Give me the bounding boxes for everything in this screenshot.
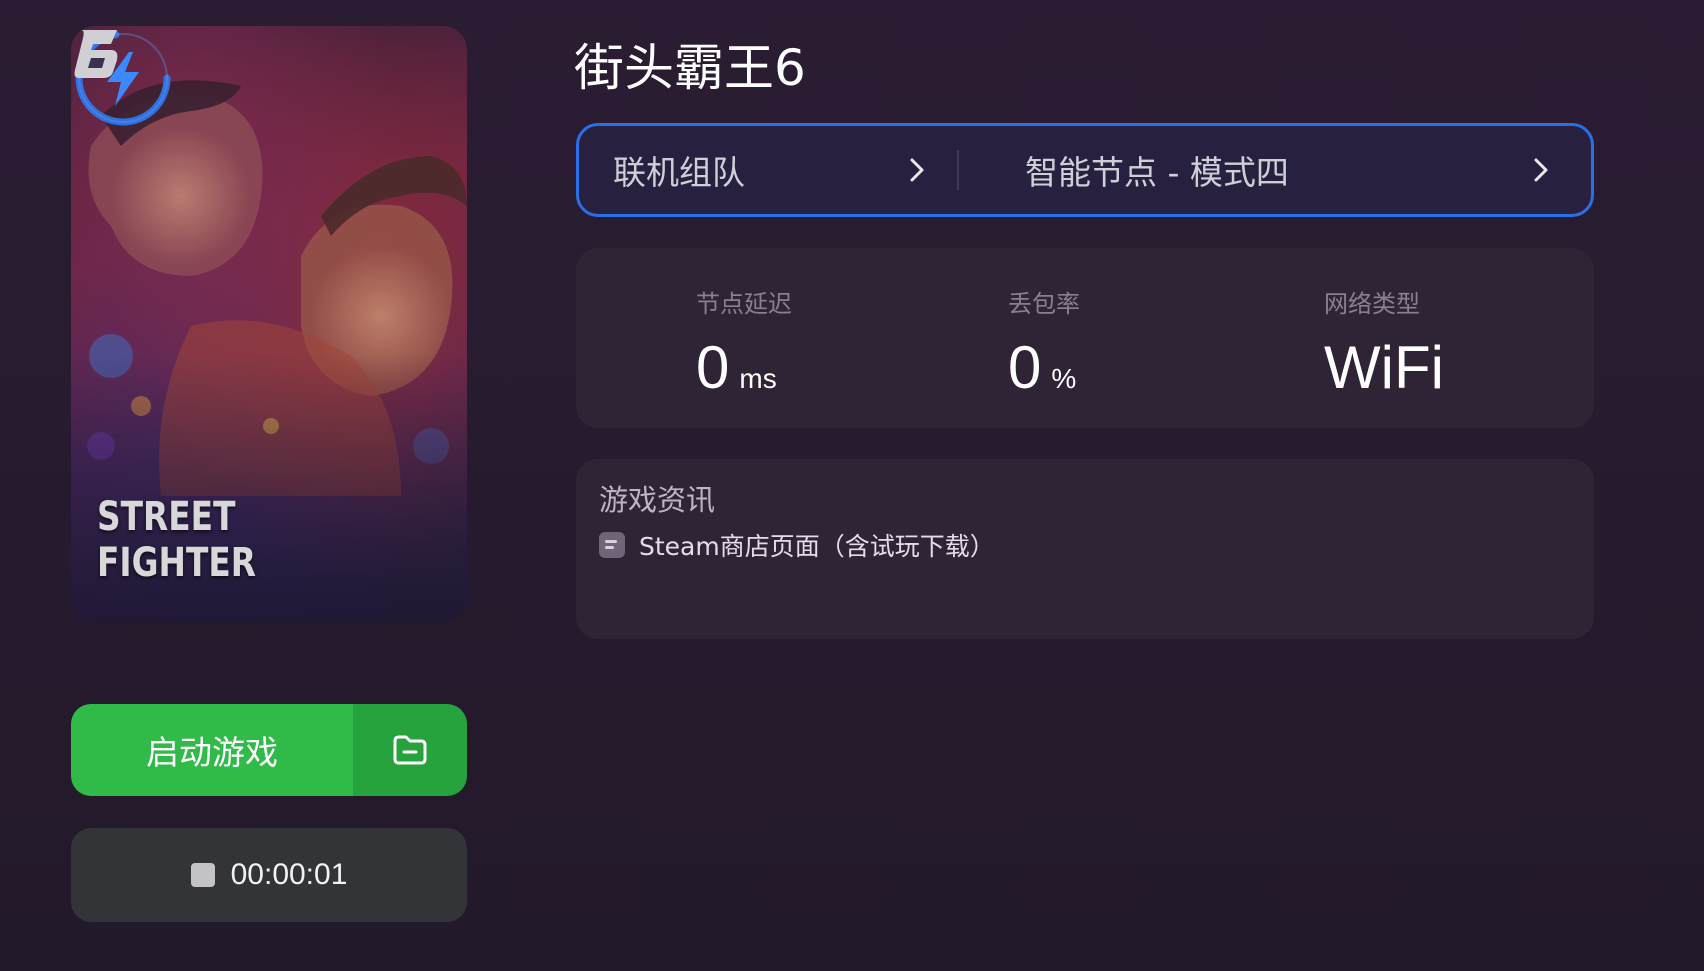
team-mode-label: 联机组队: [613, 153, 745, 192]
cover-logo-text: STREET FIGHTER: [97, 494, 257, 586]
chevron-right-icon: [910, 158, 924, 182]
network-stats-card: 节点延迟 0 ms 丢包率 0 % 网络类型 WiFi: [576, 248, 1594, 428]
folder-icon: [393, 735, 427, 765]
latency-label: 节点延迟: [696, 290, 792, 318]
game-news-card: 游戏资讯 Steam商店页面（含试玩下载）: [576, 459, 1594, 639]
team-mode-selector[interactable]: 联机组队: [579, 126, 957, 214]
launch-game-group: 启动游戏: [71, 704, 467, 796]
launch-game-button[interactable]: 启动游戏: [71, 704, 353, 796]
network-type-label: 网络类型: [1324, 290, 1420, 318]
chevron-right-icon: [1534, 158, 1548, 182]
network-type-stat: 网络类型 WiFi: [1324, 284, 1444, 402]
document-icon: [599, 532, 625, 558]
open-folder-button[interactable]: [353, 704, 467, 796]
elapsed-time: 00:00:01: [230, 858, 348, 891]
app-window: STREET FIGHTER 启动游戏 00:00:01 街头霸王6 联机组队: [0, 0, 1704, 971]
packet-loss-value: 0: [1008, 334, 1042, 401]
stop-timer-button[interactable]: 00:00:01: [71, 828, 467, 922]
latency-value: 0: [696, 334, 730, 401]
mode-selector-bar: 联机组队 智能节点 - 模式四: [576, 123, 1594, 217]
game-cover-art: STREET FIGHTER: [71, 26, 467, 622]
node-mode-selector[interactable]: 智能节点 - 模式四: [959, 126, 1591, 214]
latency-unit: ms: [739, 363, 777, 394]
packet-loss-label: 丢包率: [1008, 290, 1080, 318]
latency-stat: 节点延迟 0 ms: [696, 284, 792, 402]
news-link-steam-store[interactable]: Steam商店页面（含试玩下载）: [599, 527, 995, 563]
network-type-value: WiFi: [1324, 334, 1444, 401]
packet-loss-stat: 丢包率 0 %: [1008, 284, 1080, 402]
page-title: 街头霸王6: [574, 39, 806, 97]
cover-six-emblem: [74, 30, 118, 78]
news-item-text: Steam商店页面（含试玩下载）: [639, 532, 995, 561]
packet-loss-unit: %: [1051, 363, 1077, 394]
node-mode-label: 智能节点 - 模式四: [1025, 153, 1289, 192]
news-title: 游戏资讯: [599, 483, 716, 517]
stop-icon: [190, 863, 215, 887]
